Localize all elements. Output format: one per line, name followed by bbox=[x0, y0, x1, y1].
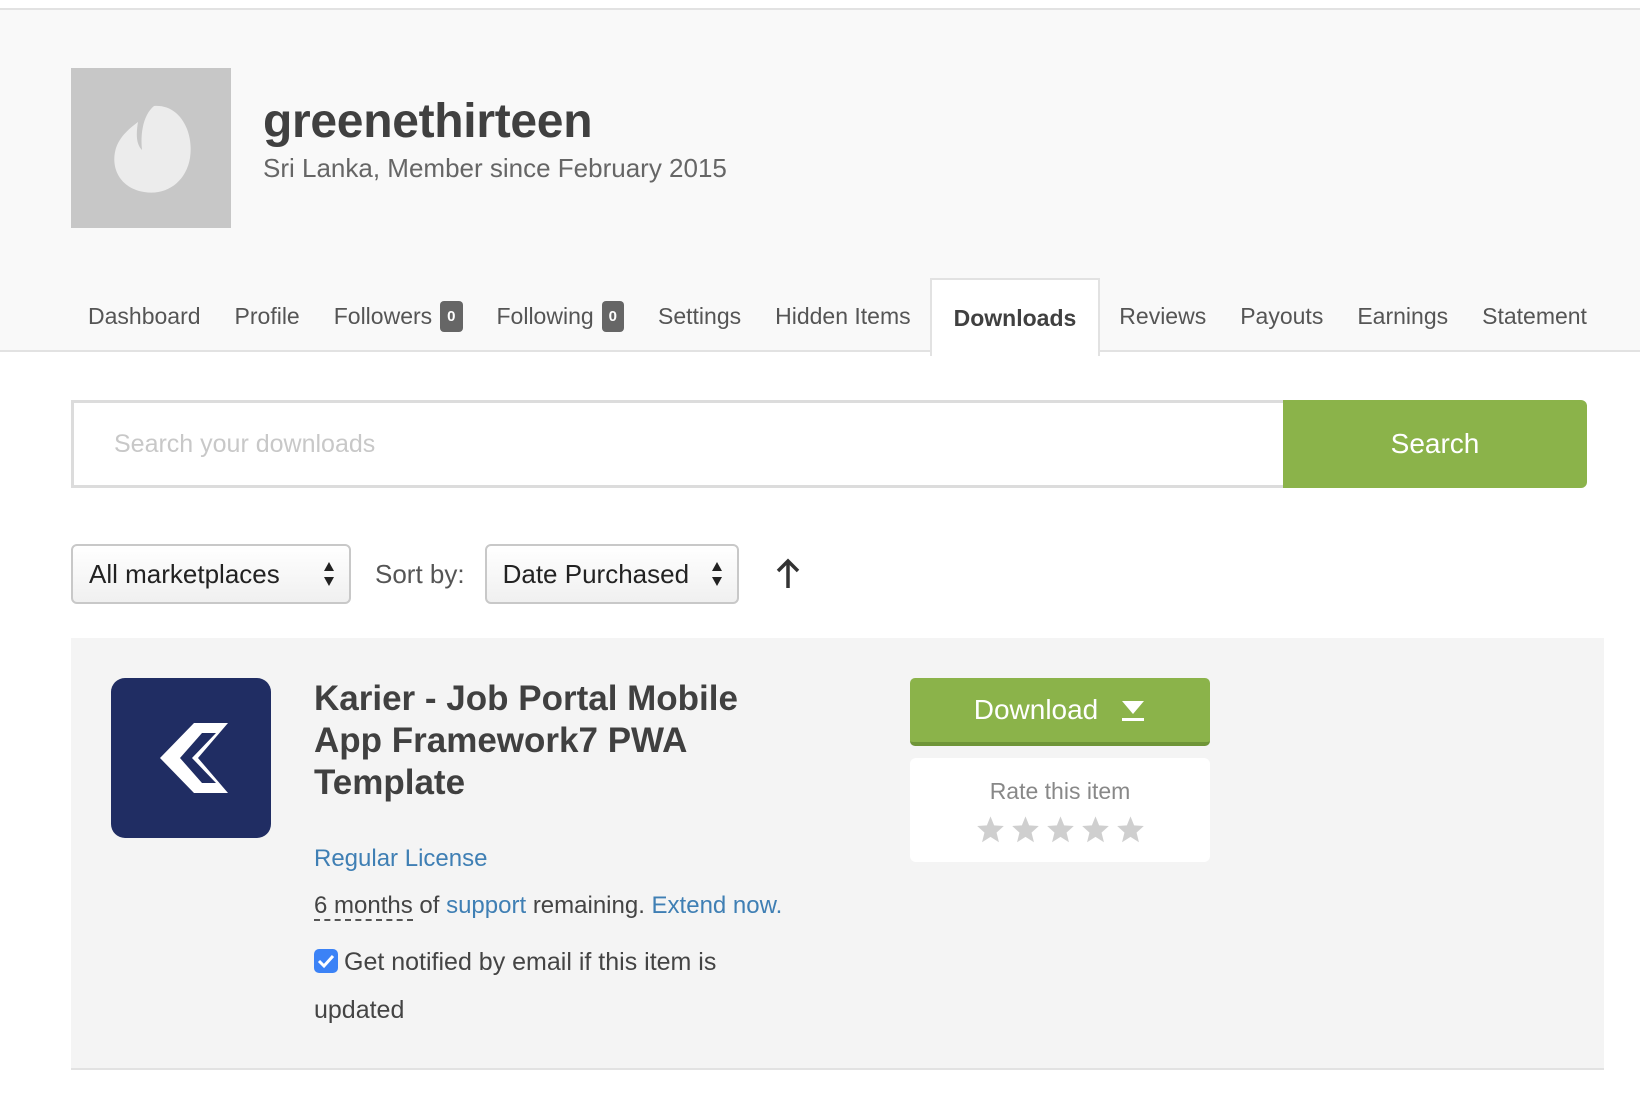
tab-label: Following bbox=[496, 302, 594, 329]
sort-select-value: Date Purchased bbox=[502, 558, 690, 589]
profile-tabs: Dashboard Profile Followers 0 Following 0 … bbox=[71, 276, 1604, 356]
download-arrow-icon bbox=[1122, 701, 1145, 721]
rating-stars[interactable] bbox=[910, 815, 1210, 843]
tab-hidden-items[interactable]: Hidden Items bbox=[758, 278, 928, 354]
support-remaining-text: remaining. bbox=[532, 892, 645, 919]
tab-label: Earnings bbox=[1357, 302, 1449, 329]
tab-payouts[interactable]: Payouts bbox=[1223, 278, 1340, 354]
download-button[interactable]: Download bbox=[910, 678, 1210, 746]
support-of-text: of bbox=[419, 892, 440, 919]
tab-followers[interactable]: Followers 0 bbox=[317, 278, 480, 354]
tab-label: Dashboard bbox=[88, 302, 201, 329]
tab-label: Downloads bbox=[953, 304, 1077, 331]
checkmark-icon bbox=[317, 954, 335, 969]
star-icon[interactable] bbox=[976, 815, 1005, 843]
tab-reviews[interactable]: Reviews bbox=[1102, 278, 1223, 354]
tab-profile[interactable]: Profile bbox=[218, 278, 317, 354]
tab-label: Followers bbox=[333, 302, 433, 329]
tab-label: Hidden Items bbox=[775, 302, 911, 329]
tab-label: Payouts bbox=[1240, 302, 1324, 329]
tab-label: Reviews bbox=[1119, 302, 1207, 329]
search-bar: Search bbox=[71, 400, 1587, 488]
download-button-label: Download bbox=[973, 694, 1099, 725]
filter-bar: All marketplaces Sort by: Date Purchased bbox=[71, 544, 801, 604]
star-icon[interactable] bbox=[1046, 815, 1075, 843]
item-title[interactable]: Karier - Job Portal Mobile App Framework… bbox=[314, 678, 794, 804]
search-button[interactable]: Search bbox=[1283, 400, 1587, 488]
search-input[interactable] bbox=[71, 400, 1283, 488]
tab-label: Profile bbox=[234, 302, 300, 329]
sort-label: Sort by: bbox=[375, 558, 465, 589]
karier-logo-icon bbox=[160, 723, 228, 793]
marketplace-select-value: All marketplaces bbox=[89, 558, 280, 589]
tab-label: Settings bbox=[658, 302, 742, 329]
tab-label: Statement bbox=[1482, 302, 1587, 329]
profile-header: greenethirteen Sri Lanka, Member since F… bbox=[0, 10, 1640, 356]
item-thumbnail[interactable] bbox=[111, 678, 271, 838]
notify-checkbox[interactable] bbox=[314, 949, 338, 973]
sort-direction-button[interactable] bbox=[775, 558, 801, 590]
tab-statement[interactable]: Statement bbox=[1465, 278, 1604, 354]
following-count-badge: 0 bbox=[601, 300, 624, 332]
username: greenethirteen bbox=[263, 95, 593, 148]
star-icon[interactable] bbox=[1081, 815, 1110, 843]
star-icon[interactable] bbox=[1011, 815, 1040, 843]
rating-box: Rate this item bbox=[910, 758, 1210, 862]
support-duration: 6 months bbox=[314, 892, 413, 921]
tab-downloads[interactable]: Downloads bbox=[929, 278, 1101, 356]
select-arrows-icon bbox=[324, 562, 334, 586]
avatar-placeholder-icon bbox=[114, 105, 191, 193]
star-icon[interactable] bbox=[1116, 815, 1145, 843]
tab-following[interactable]: Following 0 bbox=[480, 278, 642, 354]
notify-label: Get notified by email if this item is up… bbox=[314, 948, 717, 1024]
support-link[interactable]: support bbox=[446, 892, 526, 919]
arrow-up-icon bbox=[776, 558, 799, 588]
marketplace-select[interactable]: All marketplaces bbox=[71, 544, 351, 604]
sort-select[interactable]: Date Purchased bbox=[484, 544, 739, 604]
license-link[interactable]: Regular License bbox=[314, 845, 487, 873]
tab-earnings[interactable]: Earnings bbox=[1340, 278, 1465, 354]
followers-count-badge: 0 bbox=[440, 300, 463, 332]
avatar[interactable] bbox=[71, 68, 231, 228]
support-status: 6 months of support remaining. Extend no… bbox=[314, 892, 783, 921]
notify-option: Get notified by email if this item is up… bbox=[314, 938, 774, 1034]
select-arrows-icon bbox=[711, 562, 722, 586]
rate-label: Rate this item bbox=[989, 778, 1131, 804]
download-item-card: Karier - Job Portal Mobile App Framework… bbox=[71, 638, 1604, 1070]
tab-settings[interactable]: Settings bbox=[641, 278, 758, 354]
member-info: Sri Lanka, Member since February 2015 bbox=[263, 153, 727, 183]
tab-dashboard[interactable]: Dashboard bbox=[71, 278, 218, 354]
extend-support-link[interactable]: Extend now. bbox=[652, 892, 783, 919]
